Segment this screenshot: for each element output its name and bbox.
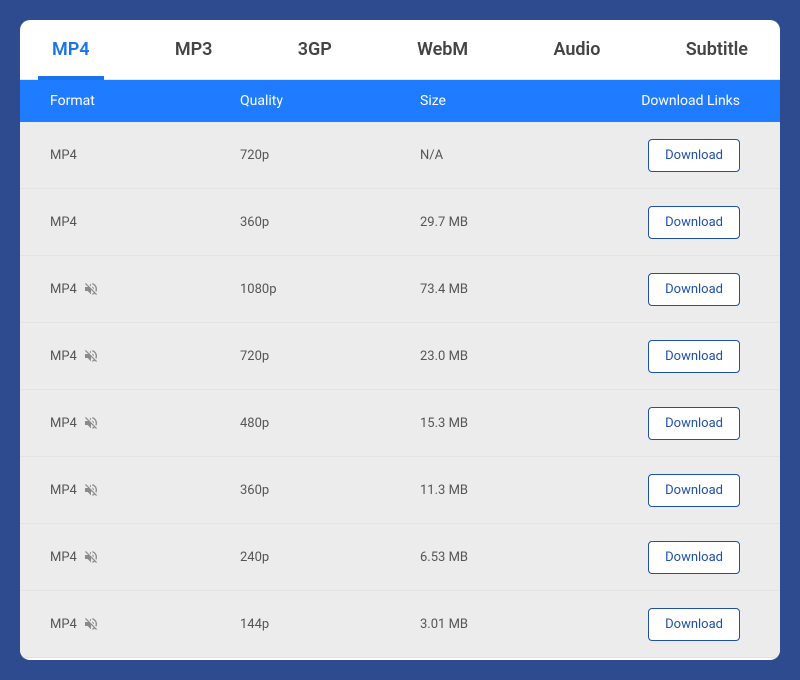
- header-format: Format: [50, 93, 240, 109]
- table-row: MP4 144p3.01 MB Download: [20, 591, 780, 658]
- cell-size: 23.0 MB: [420, 349, 590, 364]
- cell-format: MP4: [50, 148, 240, 163]
- download-button[interactable]: Download: [648, 206, 740, 239]
- tab-label: MP3: [175, 39, 213, 60]
- download-panel: MP4 MP3 3GP WebM Audio Subtitle Format Qualit…: [20, 20, 780, 660]
- format-label: MP4: [50, 617, 77, 632]
- download-button[interactable]: Download: [648, 541, 740, 574]
- tab-subtitle[interactable]: Subtitle: [664, 20, 770, 79]
- download-button[interactable]: Download: [648, 608, 740, 641]
- table-row: MP4 480p15.3 MB Download: [20, 390, 780, 457]
- cell-download: Download: [590, 139, 750, 172]
- table-row: MP4 720p23.0 MB Download: [20, 323, 780, 390]
- cell-format: MP4: [50, 348, 240, 364]
- table-row: MP4 240p6.53 MB Download: [20, 524, 780, 591]
- cell-format: MP4: [50, 415, 240, 431]
- table-row: MP4 720pN/A Download: [20, 122, 780, 189]
- cell-quality: 480p: [240, 416, 420, 431]
- volume-off-icon: [83, 549, 99, 565]
- tab-mp4[interactable]: MP4: [30, 20, 112, 79]
- header-quality: Quality: [240, 93, 420, 109]
- tab-webm[interactable]: WebM: [395, 20, 490, 79]
- format-label: MP4: [50, 550, 77, 565]
- cell-size: 29.7 MB: [420, 215, 590, 230]
- volume-off-icon: [83, 616, 99, 632]
- cell-size: N/A: [420, 148, 590, 163]
- cell-size: 11.3 MB: [420, 483, 590, 498]
- cell-quality: 144p: [240, 617, 420, 632]
- cell-size: 6.53 MB: [420, 550, 590, 565]
- cell-format: MP4: [50, 281, 240, 297]
- cell-download: Download: [590, 273, 750, 306]
- format-label: MP4: [50, 349, 77, 364]
- cell-size: 15.3 MB: [420, 416, 590, 431]
- table-row: MP4 360p29.7 MB Download: [20, 189, 780, 256]
- download-button[interactable]: Download: [648, 407, 740, 440]
- cell-download: Download: [590, 608, 750, 641]
- cell-quality: 360p: [240, 215, 420, 230]
- table-header: Format Quality Size Download Links: [20, 80, 780, 122]
- download-button[interactable]: Download: [648, 273, 740, 306]
- cell-download: Download: [590, 474, 750, 507]
- cell-size: 3.01 MB: [420, 617, 590, 632]
- download-button[interactable]: Download: [648, 139, 740, 172]
- cell-format: MP4: [50, 549, 240, 565]
- format-label: MP4: [50, 282, 77, 297]
- cell-download: Download: [590, 206, 750, 239]
- format-label: MP4: [50, 148, 77, 163]
- tab-3gp[interactable]: 3GP: [276, 20, 354, 79]
- format-tabs: MP4 MP3 3GP WebM Audio Subtitle: [20, 20, 780, 80]
- format-label: MP4: [50, 483, 77, 498]
- tab-label: WebM: [417, 39, 468, 60]
- cell-quality: 720p: [240, 148, 420, 163]
- cell-quality: 1080p: [240, 282, 420, 297]
- cell-download: Download: [590, 340, 750, 373]
- format-label: MP4: [50, 416, 77, 431]
- tab-label: Subtitle: [686, 39, 748, 60]
- tab-audio[interactable]: Audio: [531, 20, 622, 79]
- volume-off-icon: [83, 415, 99, 431]
- cell-download: Download: [590, 541, 750, 574]
- cell-quality: 360p: [240, 483, 420, 498]
- table-row: MP4 360p11.3 MB Download: [20, 457, 780, 524]
- format-label: MP4: [50, 215, 77, 230]
- volume-off-icon: [83, 482, 99, 498]
- tab-label: Audio: [553, 39, 600, 60]
- download-button[interactable]: Download: [648, 474, 740, 507]
- volume-off-icon: [83, 281, 99, 297]
- header-download: Download Links: [590, 93, 750, 109]
- cell-size: 73.4 MB: [420, 282, 590, 297]
- cell-quality: 720p: [240, 349, 420, 364]
- tab-label: 3GP: [298, 39, 332, 60]
- header-size: Size: [420, 93, 590, 109]
- cell-format: MP4: [50, 482, 240, 498]
- cell-download: Download: [590, 407, 750, 440]
- cell-format: MP4: [50, 616, 240, 632]
- tab-mp3[interactable]: MP3: [153, 20, 235, 79]
- tab-label: MP4: [52, 39, 90, 60]
- table-body: MP4720pN/ADownloadMP4360p29.7 MBDownload…: [20, 122, 780, 658]
- volume-off-icon: [83, 348, 99, 364]
- cell-quality: 240p: [240, 550, 420, 565]
- table-row: MP4 1080p73.4 MB Download: [20, 256, 780, 323]
- download-button[interactable]: Download: [648, 340, 740, 373]
- cell-format: MP4: [50, 215, 240, 230]
